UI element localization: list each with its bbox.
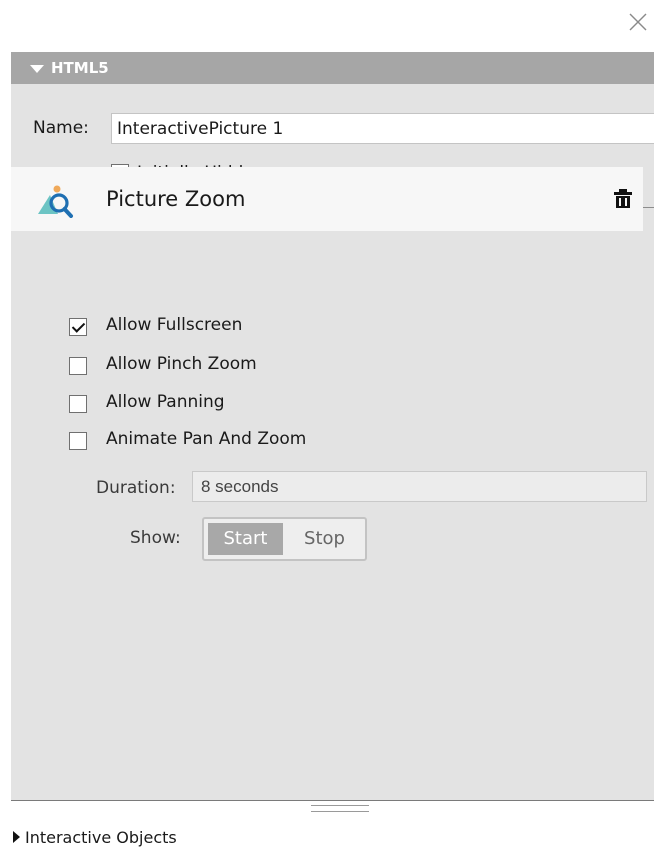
picture-zoom-title: Picture Zoom <box>106 187 246 211</box>
html5-panel-title: HTML5 <box>51 59 109 77</box>
duration-input[interactable] <box>192 471 647 502</box>
interactive-objects-label: Interactive Objects <box>25 828 177 847</box>
allow-pinch-zoom-checkbox[interactable] <box>69 357 87 375</box>
close-icon[interactable] <box>626 10 650 34</box>
allow-pinch-zoom-label: Allow Pinch Zoom <box>106 354 257 374</box>
bottom-rule <box>11 800 654 801</box>
html5-panel-header[interactable]: HTML5 <box>11 52 654 84</box>
name-label: Name: <box>33 118 89 138</box>
animate-pan-zoom-label: Animate Pan And Zoom <box>106 429 307 449</box>
duration-label: Duration: <box>96 478 176 498</box>
allow-fullscreen-label: Allow Fullscreen <box>106 315 243 335</box>
collapse-triangle-icon[interactable] <box>30 65 44 73</box>
show-segmented-control: Start Stop <box>202 517 367 561</box>
resize-grip[interactable] <box>311 805 369 812</box>
show-label: Show: <box>130 528 181 548</box>
show-start-button[interactable]: Start <box>208 523 283 555</box>
expand-triangle-icon[interactable] <box>13 831 20 843</box>
show-stop-button[interactable]: Stop <box>287 523 362 555</box>
animate-pan-zoom-checkbox[interactable] <box>69 432 87 450</box>
allow-panning-checkbox[interactable] <box>69 395 87 413</box>
interactive-objects-section[interactable]: Interactive Objects <box>0 820 654 859</box>
name-input[interactable] <box>111 113 654 144</box>
allow-panning-label: Allow Panning <box>106 392 225 412</box>
allow-fullscreen-checkbox[interactable] <box>69 318 87 336</box>
html5-panel: HTML5 Name: Initially Hidden <box>11 52 654 800</box>
trash-icon[interactable] <box>613 188 633 210</box>
picture-zoom-icon <box>38 185 73 218</box>
